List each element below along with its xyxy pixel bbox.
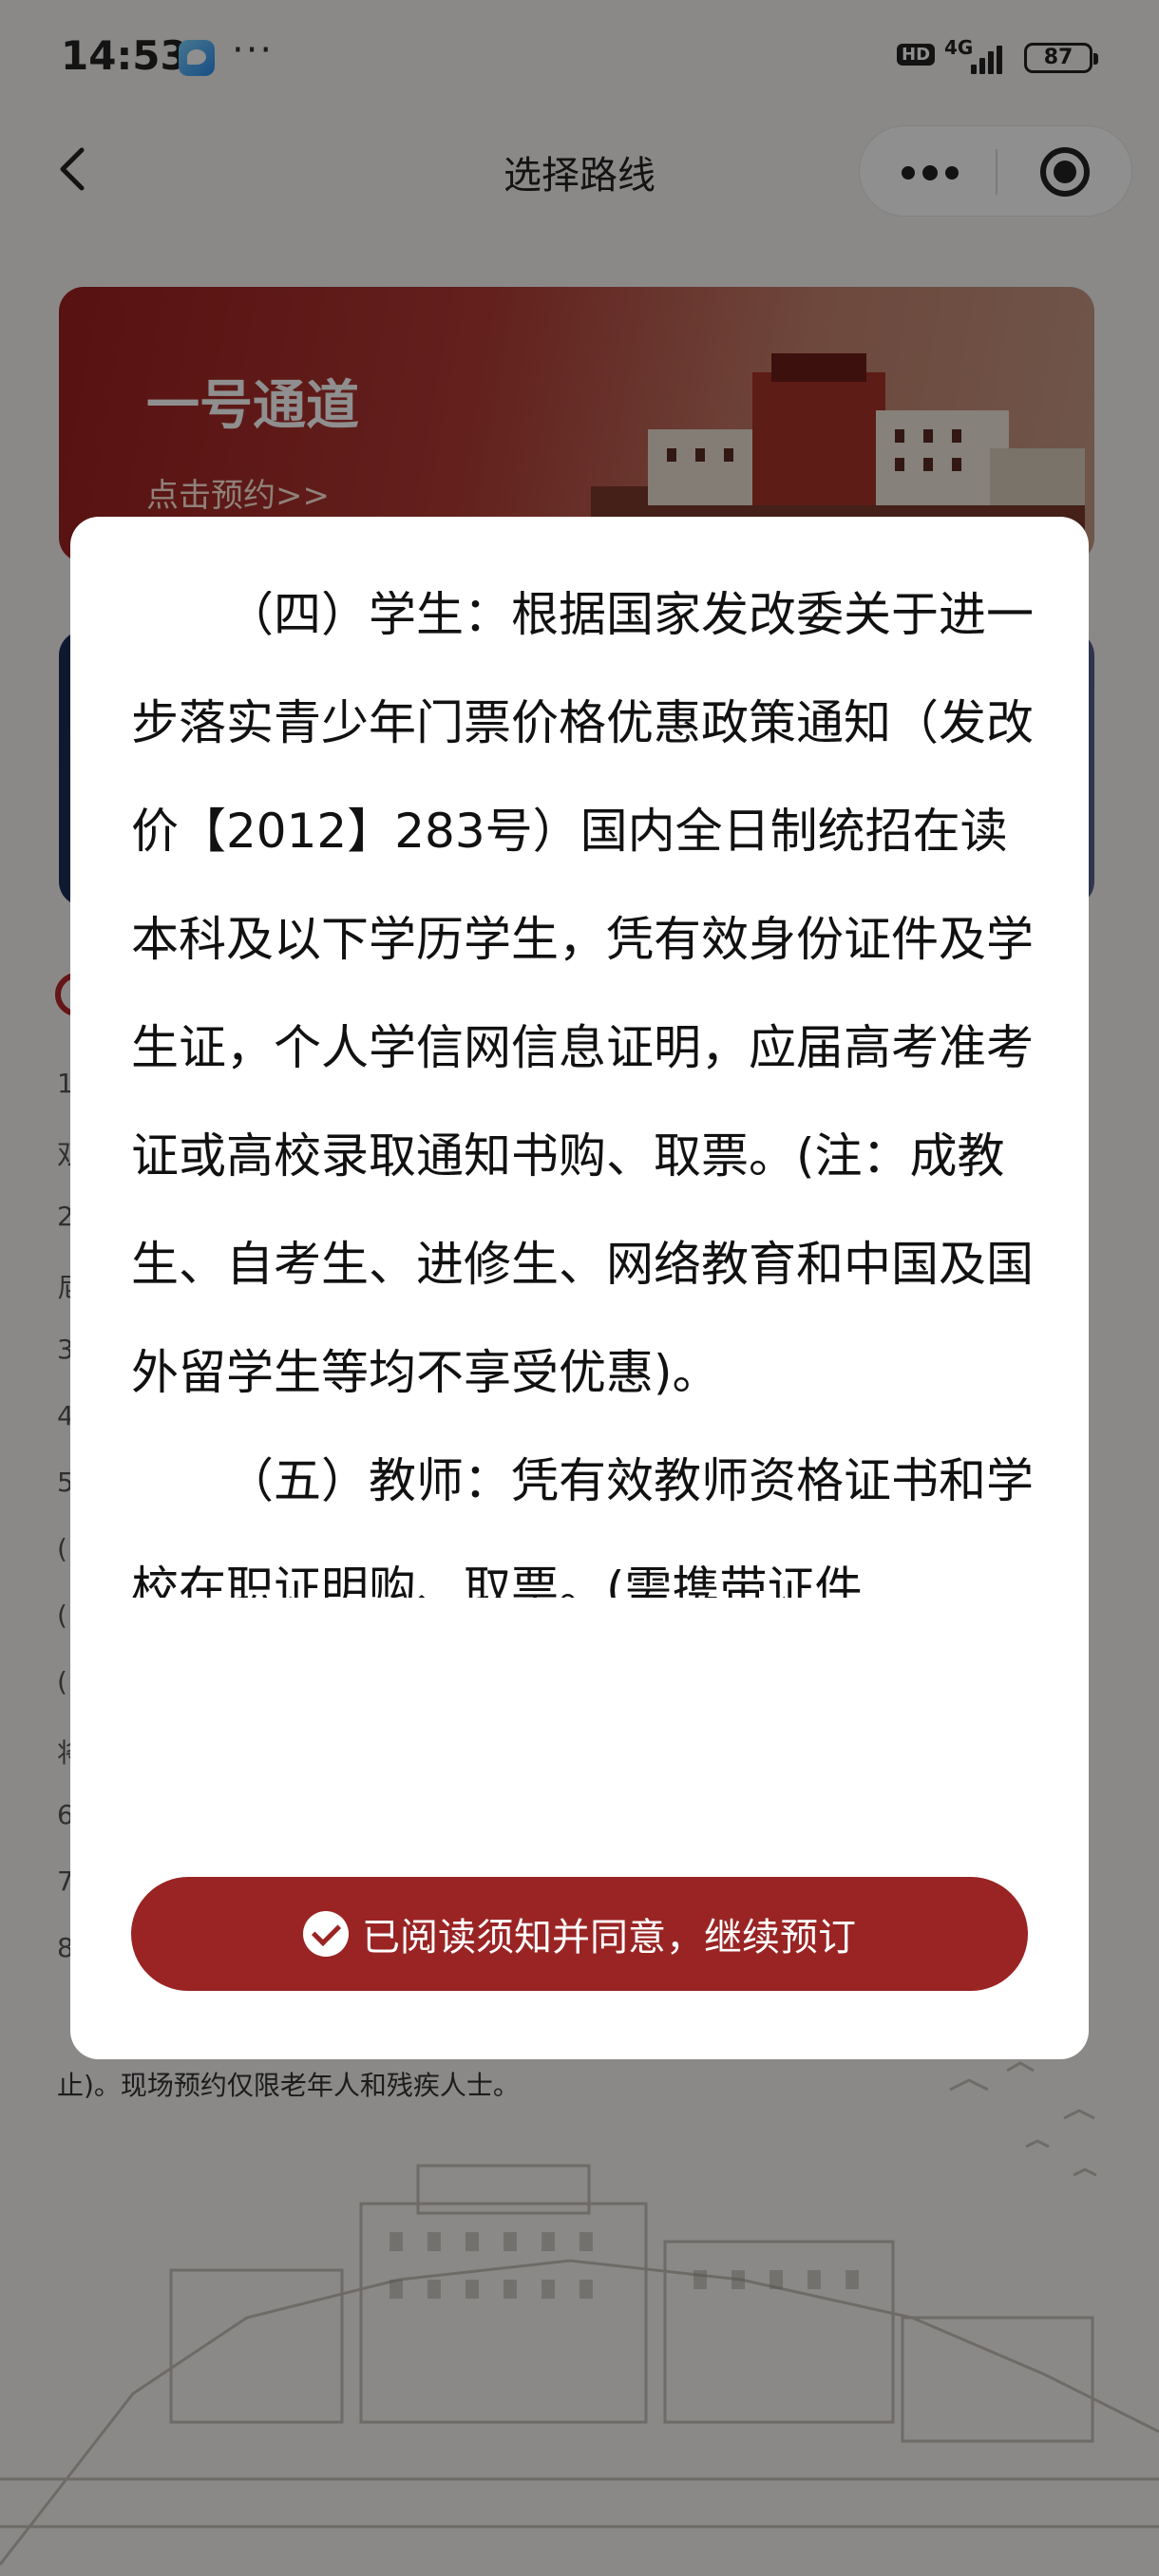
notice-modal-body[interactable]: （四）学生：根据国家发改委关于进一步落实青少年门票价格优惠政策通知（发改价【20… [131,591,1034,1598]
agree-continue-button[interactable]: 已阅读须知并同意，继续预订 [131,1877,1028,1991]
notice-modal: （四）学生：根据国家发改委关于进一步落实青少年门票价格优惠政策通知（发改价【20… [70,517,1089,2059]
notice-paragraph-teachers: （五）教师：凭有效教师资格证书和学校在职证明购、取票。(需携带证件 [131,1453,1034,1598]
check-circle-icon [303,1911,349,1957]
notice-paragraph-students: （四）学生：根据国家发改委关于进一步落实青少年门票价格优惠政策通知（发改价【20… [131,591,1034,1400]
agree-button-label: 已阅读须知并同意，继续预订 [362,1916,856,1960]
